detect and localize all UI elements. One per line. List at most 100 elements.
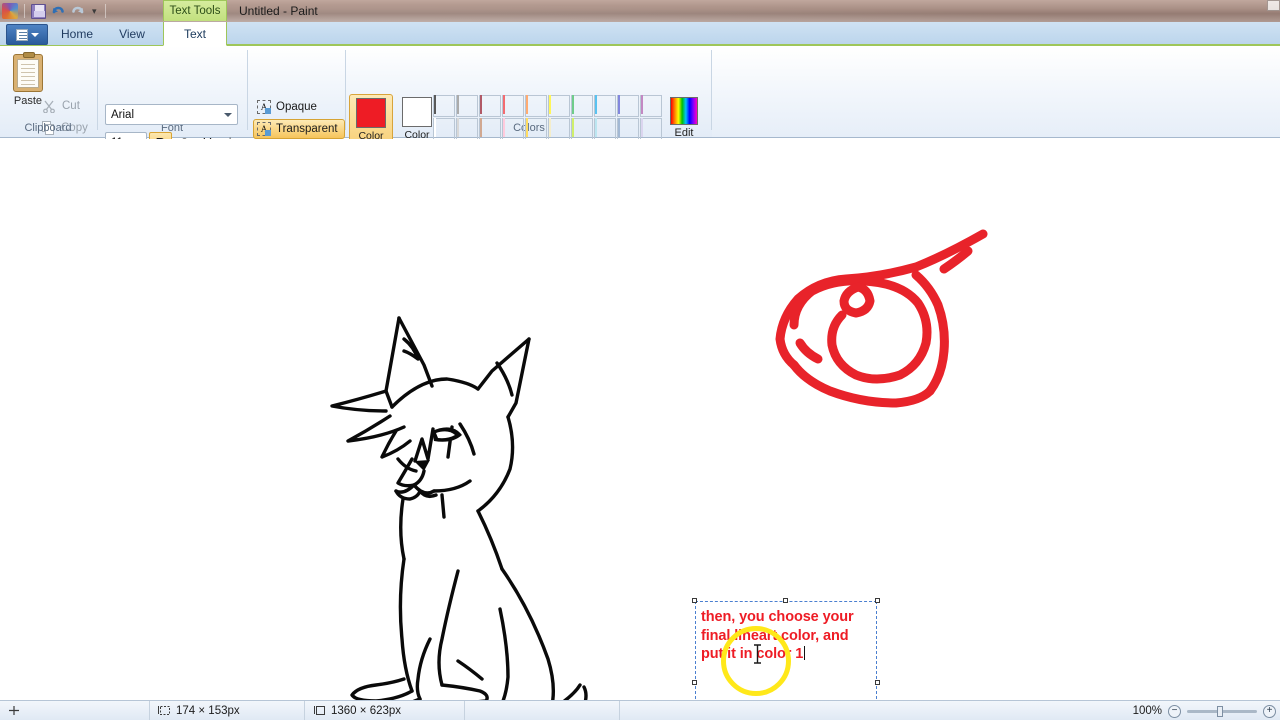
swatch-fill [457, 95, 459, 114]
undo-icon[interactable] [50, 3, 66, 19]
swatch-fill [480, 95, 482, 114]
swatch-fill [434, 118, 436, 137]
opaque-glyph: A [260, 102, 268, 112]
minimize-button[interactable] [1267, 0, 1280, 11]
swatch-fill [618, 118, 620, 137]
resize-handle-ne[interactable] [875, 598, 880, 603]
group-separator-4 [711, 50, 712, 130]
paint-canvas[interactable]: then, you choose your final lineart color… [0, 139, 1280, 700]
zoom-in-button[interactable]: + [1263, 704, 1276, 718]
palette-swatch-row2-5[interactable] [548, 118, 570, 140]
transparent-glyph: A [260, 124, 268, 134]
palette-swatch-row1-9[interactable] [640, 95, 662, 117]
palette-swatch-row2-4[interactable] [525, 118, 547, 140]
scissors-icon [42, 99, 56, 114]
status-selection-size: 174 × 153px [150, 700, 305, 720]
save-icon[interactable] [31, 3, 46, 19]
transparent-icon: A [257, 122, 271, 136]
palette-swatch-row1-5[interactable] [548, 95, 570, 117]
zoom-in-label: + [1266, 705, 1273, 716]
quick-access-toolbar: ▾ [0, 0, 108, 22]
window-controls [1234, 0, 1280, 20]
swatch-fill [572, 95, 574, 114]
text-cursor-icon [753, 644, 762, 664]
palette-row-2 [433, 118, 663, 141]
zoom-out-button[interactable]: − [1168, 704, 1181, 718]
palette-swatch-row1-7[interactable] [594, 95, 616, 117]
tab-text-label: Text [183, 26, 206, 41]
red-eye-sketch-drawing [775, 229, 988, 408]
color-1-swatch [356, 98, 386, 128]
tab-strip-filler [227, 22, 1280, 45]
tab-view[interactable]: View [111, 22, 153, 46]
file-menu-icon [15, 28, 28, 41]
palette-swatch-row2-3[interactable] [502, 118, 524, 140]
title-bar: ▾ Text Tools Untitled - Paint [0, 0, 1280, 22]
qat-divider [24, 4, 25, 18]
zoom-slider-thumb[interactable] [1217, 705, 1223, 717]
background-transparent-button[interactable]: A Transparent [253, 119, 345, 139]
palette-swatch-row2-7[interactable] [594, 118, 616, 140]
palette-swatch-row2-0[interactable] [433, 118, 455, 140]
ribbon: Paste Cut Copy Clipboard Font Arial A Op… [0, 46, 1280, 163]
image-size-icon [313, 705, 326, 716]
ribbon-tab-strip: Home View Text [0, 22, 1280, 46]
zoom-percent-label: 100% [1132, 705, 1162, 717]
selection-size-label: 174 × 153px [176, 704, 240, 717]
resize-handle-nw[interactable] [692, 598, 697, 603]
palette-row-1 [433, 95, 663, 118]
group-label-clipboard: Clipboard [24, 122, 72, 134]
palette-swatch-row1-3[interactable] [502, 95, 524, 117]
palette-swatch-row1-8[interactable] [617, 95, 639, 117]
palette-swatch-row1-2[interactable] [479, 95, 501, 117]
file-menu-button[interactable] [6, 24, 48, 45]
palette-swatch-row1-0[interactable] [433, 95, 455, 117]
transparent-label: Transparent [276, 123, 338, 135]
opaque-icon: A [257, 100, 271, 114]
resize-handle-n[interactable] [783, 598, 788, 603]
swatch-fill [549, 118, 551, 137]
swatch-fill [549, 95, 551, 114]
text-caret [804, 646, 806, 660]
swatch-fill [641, 118, 643, 137]
window-title: Untitled - Paint [239, 0, 318, 21]
background-opaque-button[interactable]: A Opaque [253, 97, 324, 117]
text-line-0: then, you choose your [701, 609, 854, 625]
tab-home-label: Home [60, 27, 93, 41]
palette-swatch-row2-8[interactable] [617, 118, 639, 140]
tab-text[interactable]: Text [163, 22, 227, 46]
paste-button[interactable]: Paste [6, 50, 50, 126]
customize-quick-access-icon[interactable]: ▾ [90, 6, 99, 16]
cut-button[interactable]: Cut [42, 99, 80, 114]
opaque-label: Opaque [276, 101, 317, 113]
swatch-fill [503, 118, 505, 137]
resize-handle-w[interactable] [692, 679, 697, 685]
font-family-value: Arial [111, 108, 135, 121]
tab-home[interactable]: Home [55, 22, 99, 46]
palette-swatch-row1-1[interactable] [456, 95, 478, 117]
crosshair-icon [8, 705, 21, 716]
redo-icon [70, 3, 86, 19]
zoom-slider[interactable] [1187, 705, 1257, 717]
chevron-down-icon [30, 32, 39, 37]
swatch-fill [480, 118, 482, 137]
swatch-fill [572, 118, 574, 137]
clipboard-icon [13, 52, 43, 92]
palette-swatch-row2-9[interactable] [640, 118, 662, 140]
color-2-swatch [402, 97, 432, 127]
selection-icon [158, 705, 171, 716]
swatch-fill [526, 118, 528, 137]
palette-swatch-row1-4[interactable] [525, 95, 547, 117]
ribbon-group-clipboard: Paste Cut Copy Clipboard [0, 46, 96, 137]
palette-swatch-row2-6[interactable] [571, 118, 593, 140]
resize-handle-e[interactable] [875, 679, 880, 685]
zoom-control[interactable]: 100% − + [1133, 701, 1276, 720]
palette-swatch-row1-6[interactable] [571, 95, 593, 117]
font-family-combobox[interactable]: Arial [105, 104, 238, 125]
swatch-fill [434, 95, 436, 114]
chevron-down-icon [224, 113, 232, 117]
image-size-label: 1360 × 623px [331, 704, 402, 717]
palette-swatch-row2-2[interactable] [479, 118, 501, 140]
palette-swatch-row2-1[interactable] [456, 118, 478, 140]
swatch-fill [503, 95, 505, 114]
